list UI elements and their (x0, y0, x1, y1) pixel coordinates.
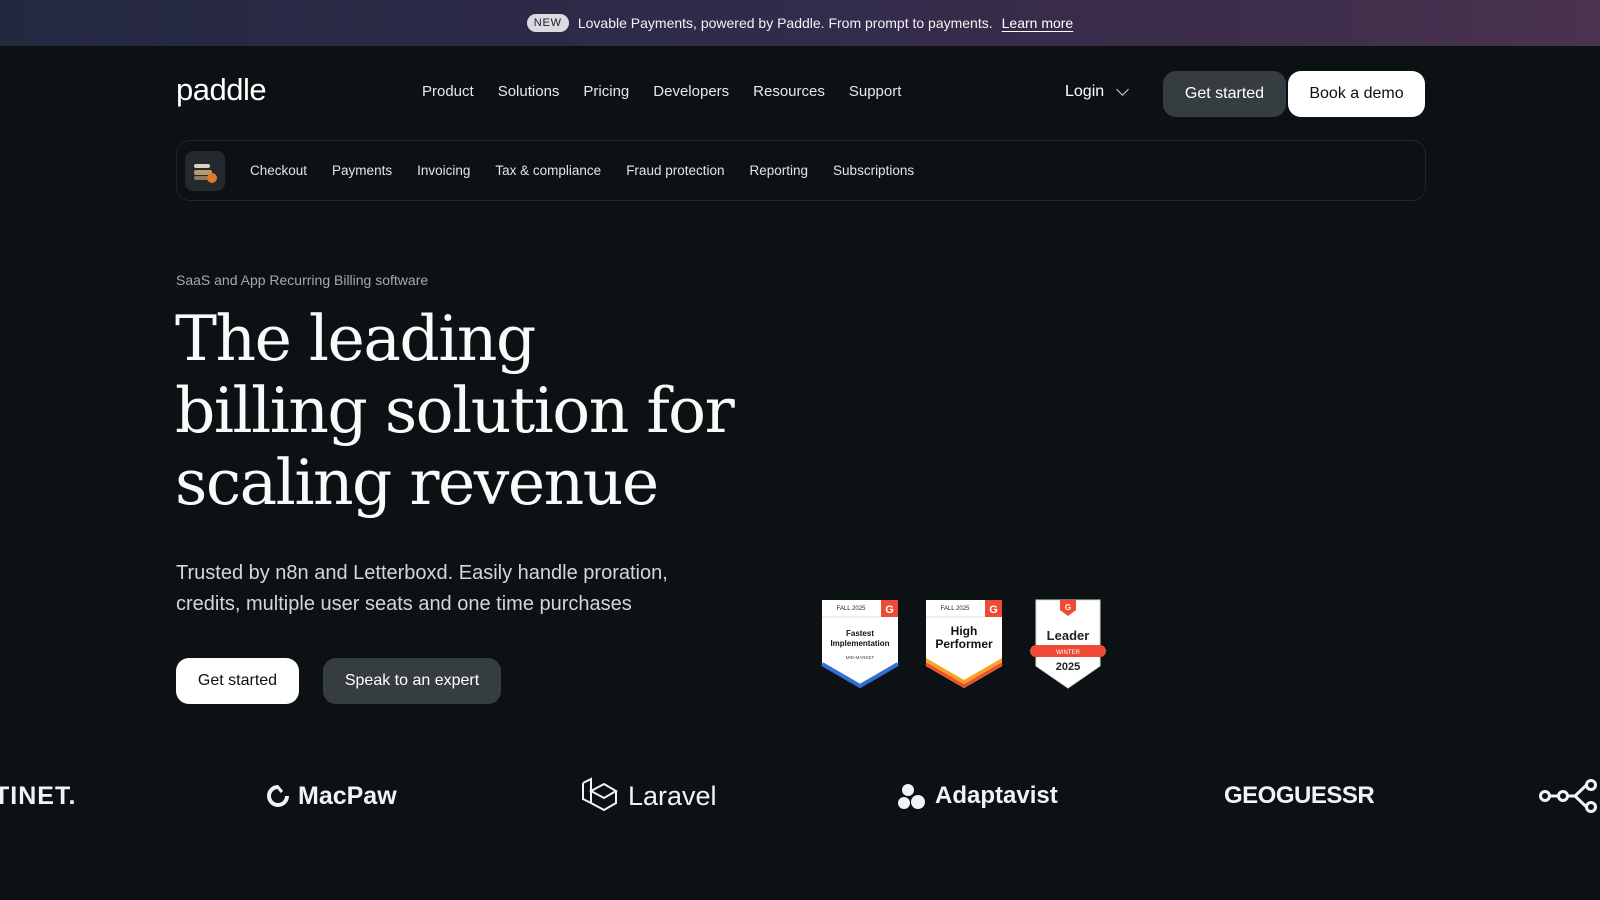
svg-text:G: G (989, 604, 998, 616)
announcement-text: Lovable Payments, powered by Paddle. Fro… (577, 15, 993, 31)
learn-more-link[interactable]: Learn more (1002, 15, 1074, 31)
logo-macpaw-text: MacPaw (298, 781, 397, 810)
login-dropdown[interactable]: Login (1065, 83, 1130, 101)
product-subnav: Checkout Payments Invoicing Tax & compli… (176, 140, 1426, 201)
customer-logos: TINET. MacPaw Laravel Adaptavist GEOGUES… (0, 775, 1600, 817)
subnav-tax-compliance[interactable]: Tax & compliance (495, 163, 601, 178)
nav-resources[interactable]: Resources (753, 83, 825, 100)
subnav-payments[interactable]: Payments (332, 163, 392, 178)
announcement-bar: NEW Lovable Payments, powered by Paddle.… (0, 0, 1600, 46)
macpaw-icon (267, 785, 289, 807)
badge-title: High Performer (935, 625, 993, 651)
subnav-fraud-protection[interactable]: Fraud protection (626, 163, 724, 178)
login-label: Login (1065, 83, 1105, 100)
subnav-reporting[interactable]: Reporting (750, 163, 809, 178)
logo-geoguessr: GEOGUESSR (1224, 775, 1375, 817)
logo-adaptavist: Adaptavist (897, 775, 1058, 817)
nav-developers[interactable]: Developers (653, 83, 729, 100)
badge-segment: MID-MARKET (846, 655, 875, 660)
hero-headline: The leading billing solution for scaling… (175, 302, 735, 519)
badge-year: 2025 (1056, 661, 1080, 673)
nav-product[interactable]: Product (422, 83, 474, 100)
logo-laravel-text: Laravel (628, 780, 717, 811)
logo-tinet-text: TINET. (0, 781, 77, 810)
g2-badges: G FALL 2025 Fastest Implementation MID-M… (820, 598, 1108, 690)
badge-season: FALL 2025 (837, 606, 866, 612)
new-badge: NEW (526, 14, 569, 32)
g2-badge-fastest-implementation: G FALL 2025 Fastest Implementation MID-M… (820, 600, 900, 689)
badge-season: WINTER (1056, 650, 1080, 656)
subnav-subscriptions[interactable]: Subscriptions (833, 163, 914, 178)
n8n-icon (1539, 779, 1597, 813)
hero-eyebrow: SaaS and App Recurring Billing software (176, 272, 429, 288)
logo-macpaw: MacPaw (266, 775, 397, 817)
adaptavist-icon (898, 784, 925, 809)
svg-text:G: G (885, 604, 894, 616)
logo-adaptavist-text: Adaptavist (935, 782, 1058, 809)
logo-n8n: n8n (1539, 775, 1600, 817)
speak-to-expert-button[interactable]: Speak to an expert (323, 658, 501, 704)
badge-title: Fastest Implementation (830, 629, 890, 648)
subnav-invoicing[interactable]: Invoicing (417, 163, 470, 178)
billing-cards-icon (185, 150, 225, 191)
hero-get-started-button[interactable]: Get started (176, 658, 299, 704)
logo-geoguessr-text: GEOGUESSR (1224, 782, 1375, 809)
header-get-started-button[interactable]: Get started (1163, 71, 1286, 117)
main-nav: Product Solutions Pricing Developers Res… (422, 83, 901, 100)
laravel-icon (582, 777, 618, 812)
chevron-down-icon (1116, 83, 1130, 96)
g2-badge-high-performer: G FALL 2025 High Performer (925, 600, 1003, 688)
svg-text:G: G (1065, 603, 1071, 612)
hero-subtext: Trusted by n8n and Letterboxd. Easily ha… (176, 562, 668, 615)
paddle-logo[interactable]: paddle (176, 72, 267, 108)
nav-pricing[interactable]: Pricing (583, 83, 629, 100)
nav-support[interactable]: Support (849, 83, 902, 100)
logo-tinet: TINET. (0, 775, 76, 817)
badge-season: FALL 2025 (941, 606, 970, 612)
badge-title: Leader (1047, 628, 1090, 643)
g2-badge-leader: G Leader WINTER 2025 (1030, 599, 1106, 689)
logo-laravel: Laravel (580, 775, 717, 817)
book-demo-button[interactable]: Book a demo (1288, 71, 1425, 117)
subnav-checkout[interactable]: Checkout (250, 163, 307, 178)
nav-solutions[interactable]: Solutions (498, 83, 560, 100)
